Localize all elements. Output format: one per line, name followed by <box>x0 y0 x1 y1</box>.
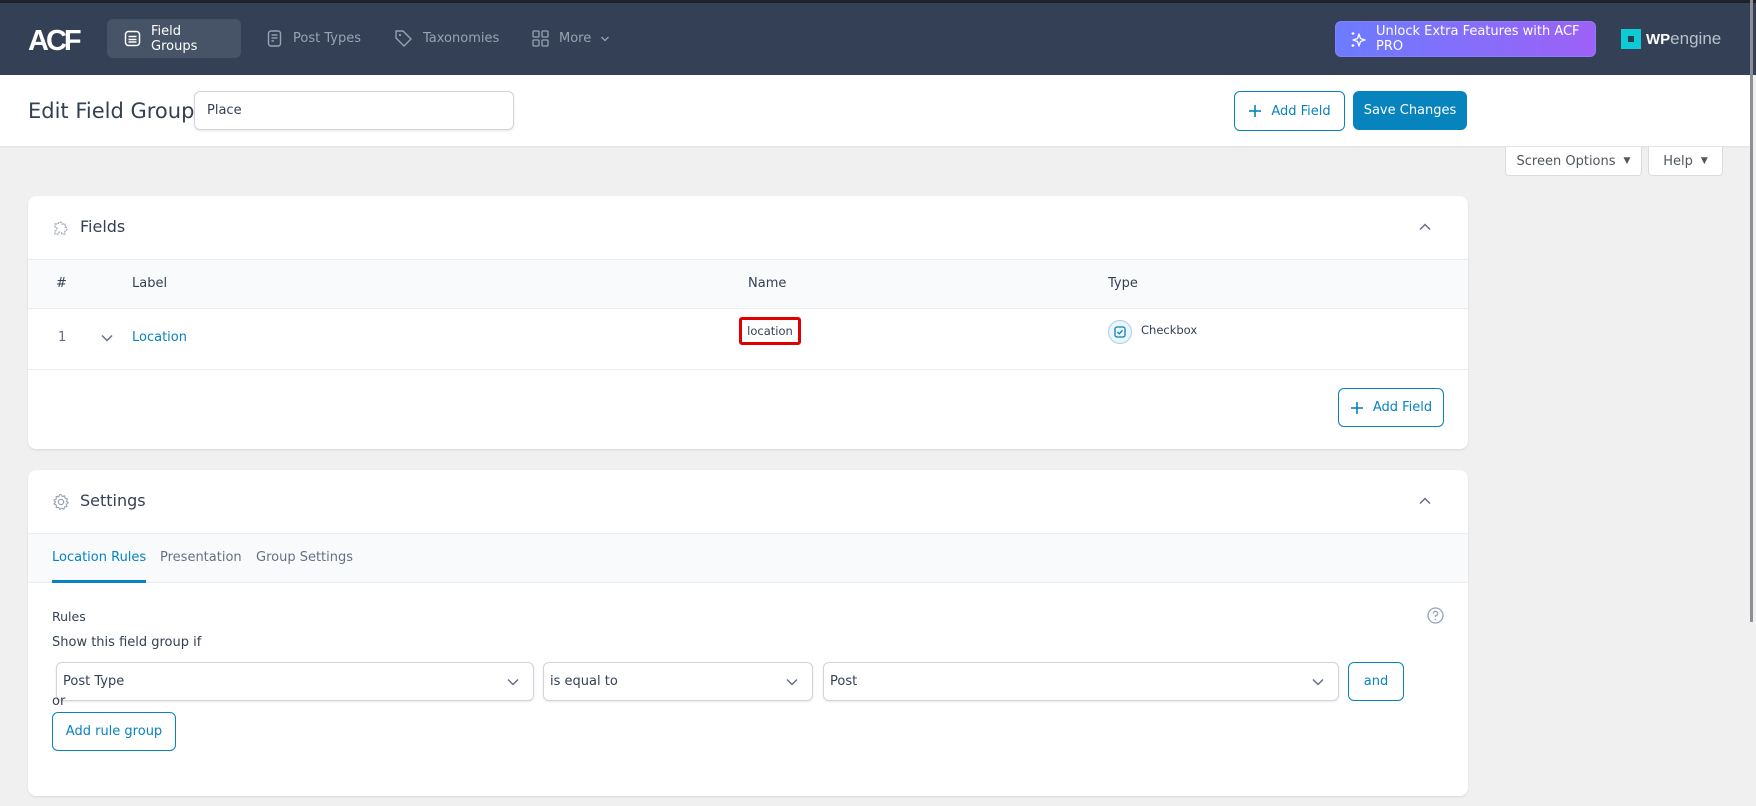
field-row-number: 1 <box>58 330 67 345</box>
fields-panel-footer: Add Field <box>28 370 1468 448</box>
column-header-label: Label <box>132 276 168 291</box>
footer-add-field-button[interactable]: Add Field <box>1338 388 1444 427</box>
show-if-label: Show this field group if <box>52 635 202 650</box>
help-label: Help <box>1663 153 1693 169</box>
chevron-down-icon <box>600 34 610 44</box>
fields-panel-title: Fields <box>80 217 126 236</box>
grid-icon <box>532 30 549 47</box>
nav-more-label: More <box>559 31 592 46</box>
and-rule-button[interactable]: and <box>1348 662 1404 701</box>
rules-label: Rules <box>52 609 86 624</box>
unlock-acf-pro-button[interactable]: Unlock Extra Features with ACF PRO <box>1335 21 1596 57</box>
settings-panel-header: Settings <box>28 470 1468 534</box>
checkbox-type-icon <box>1108 320 1132 344</box>
triangle-down-icon: ▼ <box>1700 156 1708 166</box>
nav-field-groups-label: Field Groups <box>151 23 198 54</box>
header-add-field-button[interactable]: Add Field <box>1234 91 1345 131</box>
chevron-up-icon[interactable] <box>1418 494 1432 508</box>
fields-table-header: # Label Name Type <box>28 260 1468 309</box>
save-changes-button[interactable]: Save Changes <box>1353 91 1467 130</box>
rule-operator-select[interactable]: is equal to <box>543 662 813 701</box>
header-add-field-label: Add Field <box>1271 103 1331 119</box>
nav-more[interactable]: More <box>515 19 624 58</box>
nav-post-types[interactable]: Post Types <box>249 19 375 58</box>
plus-icon <box>1350 401 1364 415</box>
field-row[interactable]: 1 Location location Checkbox <box>28 309 1468 370</box>
rule-value-select[interactable]: Post <box>823 662 1339 701</box>
rule-value-value: Post <box>830 674 858 689</box>
column-header-type: Type <box>1108 276 1138 291</box>
wp-engine-wp-text: WP <box>1646 30 1671 48</box>
chevron-up-icon[interactable] <box>1418 220 1432 234</box>
tag-icon <box>394 29 413 48</box>
screen-options-label: Screen Options <box>1516 153 1616 169</box>
add-rule-group-button[interactable]: Add rule group <box>52 712 176 751</box>
chevron-down-icon <box>1312 677 1324 687</box>
post-types-icon <box>266 30 283 47</box>
page-title: Edit Field Group <box>28 99 195 123</box>
fields-panel: Fields # Label Name Type 1 Location loca… <box>28 196 1468 449</box>
nav-field-groups[interactable]: Field Groups <box>107 19 241 58</box>
settings-panel: Settings Location Rules Presentation Gro… <box>28 470 1468 796</box>
wp-engine-logo[interactable]: WP engine <box>1621 29 1721 49</box>
acf-logo[interactable]: ACF <box>28 27 82 56</box>
settings-panel-title: Settings <box>80 491 146 510</box>
or-label: or <box>52 694 66 709</box>
wp-engine-mark-icon <box>1621 29 1641 49</box>
fields-panel-header: Fields <box>28 196 1468 260</box>
chevron-down-icon[interactable] <box>101 333 113 343</box>
field-row-type: Checkbox <box>1141 323 1198 337</box>
page-scrollbar[interactable] <box>1750 0 1753 622</box>
gear-icon <box>52 493 70 511</box>
unlock-acf-pro-label: Unlock Extra Features with ACF PRO <box>1376 24 1580 54</box>
top-navigation: ACF Field Groups Post Types Taxonomies M… <box>0 3 1756 75</box>
tab-presentation[interactable]: Presentation <box>160 550 242 583</box>
rule-param-select[interactable]: Post Type <box>56 662 534 701</box>
column-header-name: Name <box>748 276 787 291</box>
rule-operator-value: is equal to <box>550 674 618 689</box>
tab-group-settings[interactable]: Group Settings <box>256 550 353 583</box>
chevron-down-icon <box>507 677 519 687</box>
puzzle-icon <box>52 219 70 237</box>
location-rules-body: Rules Show this field group if Post Type… <box>28 583 1468 796</box>
tab-location-rules[interactable]: Location Rules <box>52 550 147 583</box>
field-row-label-link[interactable]: Location <box>132 330 187 345</box>
footer-add-field-label: Add Field <box>1372 400 1433 415</box>
chevron-down-icon <box>786 677 798 687</box>
sparkle-icon <box>1350 31 1367 48</box>
column-header-number: # <box>56 276 67 291</box>
plus-icon <box>1248 104 1262 118</box>
field-groups-icon <box>124 30 141 47</box>
settings-tabs: Location Rules Presentation Group Settin… <box>28 534 1468 583</box>
nav-post-types-label: Post Types <box>293 31 361 46</box>
wp-engine-engine-text: engine <box>1670 29 1722 48</box>
nav-taxonomies[interactable]: Taxonomies <box>377 19 513 58</box>
rule-param-value: Post Type <box>63 674 125 689</box>
field-row-name: location <box>739 317 801 345</box>
screen-options-button[interactable]: Screen Options ▼ <box>1505 147 1642 176</box>
help-circle-icon[interactable] <box>1427 607 1444 624</box>
field-group-title-input[interactable]: Place <box>194 91 514 130</box>
page-header: Edit Field Group Place Add Field Save Ch… <box>0 75 1750 146</box>
nav-taxonomies-label: Taxonomies <box>423 31 500 46</box>
triangle-down-icon: ▼ <box>1623 156 1631 166</box>
help-button[interactable]: Help ▼ <box>1648 147 1723 176</box>
